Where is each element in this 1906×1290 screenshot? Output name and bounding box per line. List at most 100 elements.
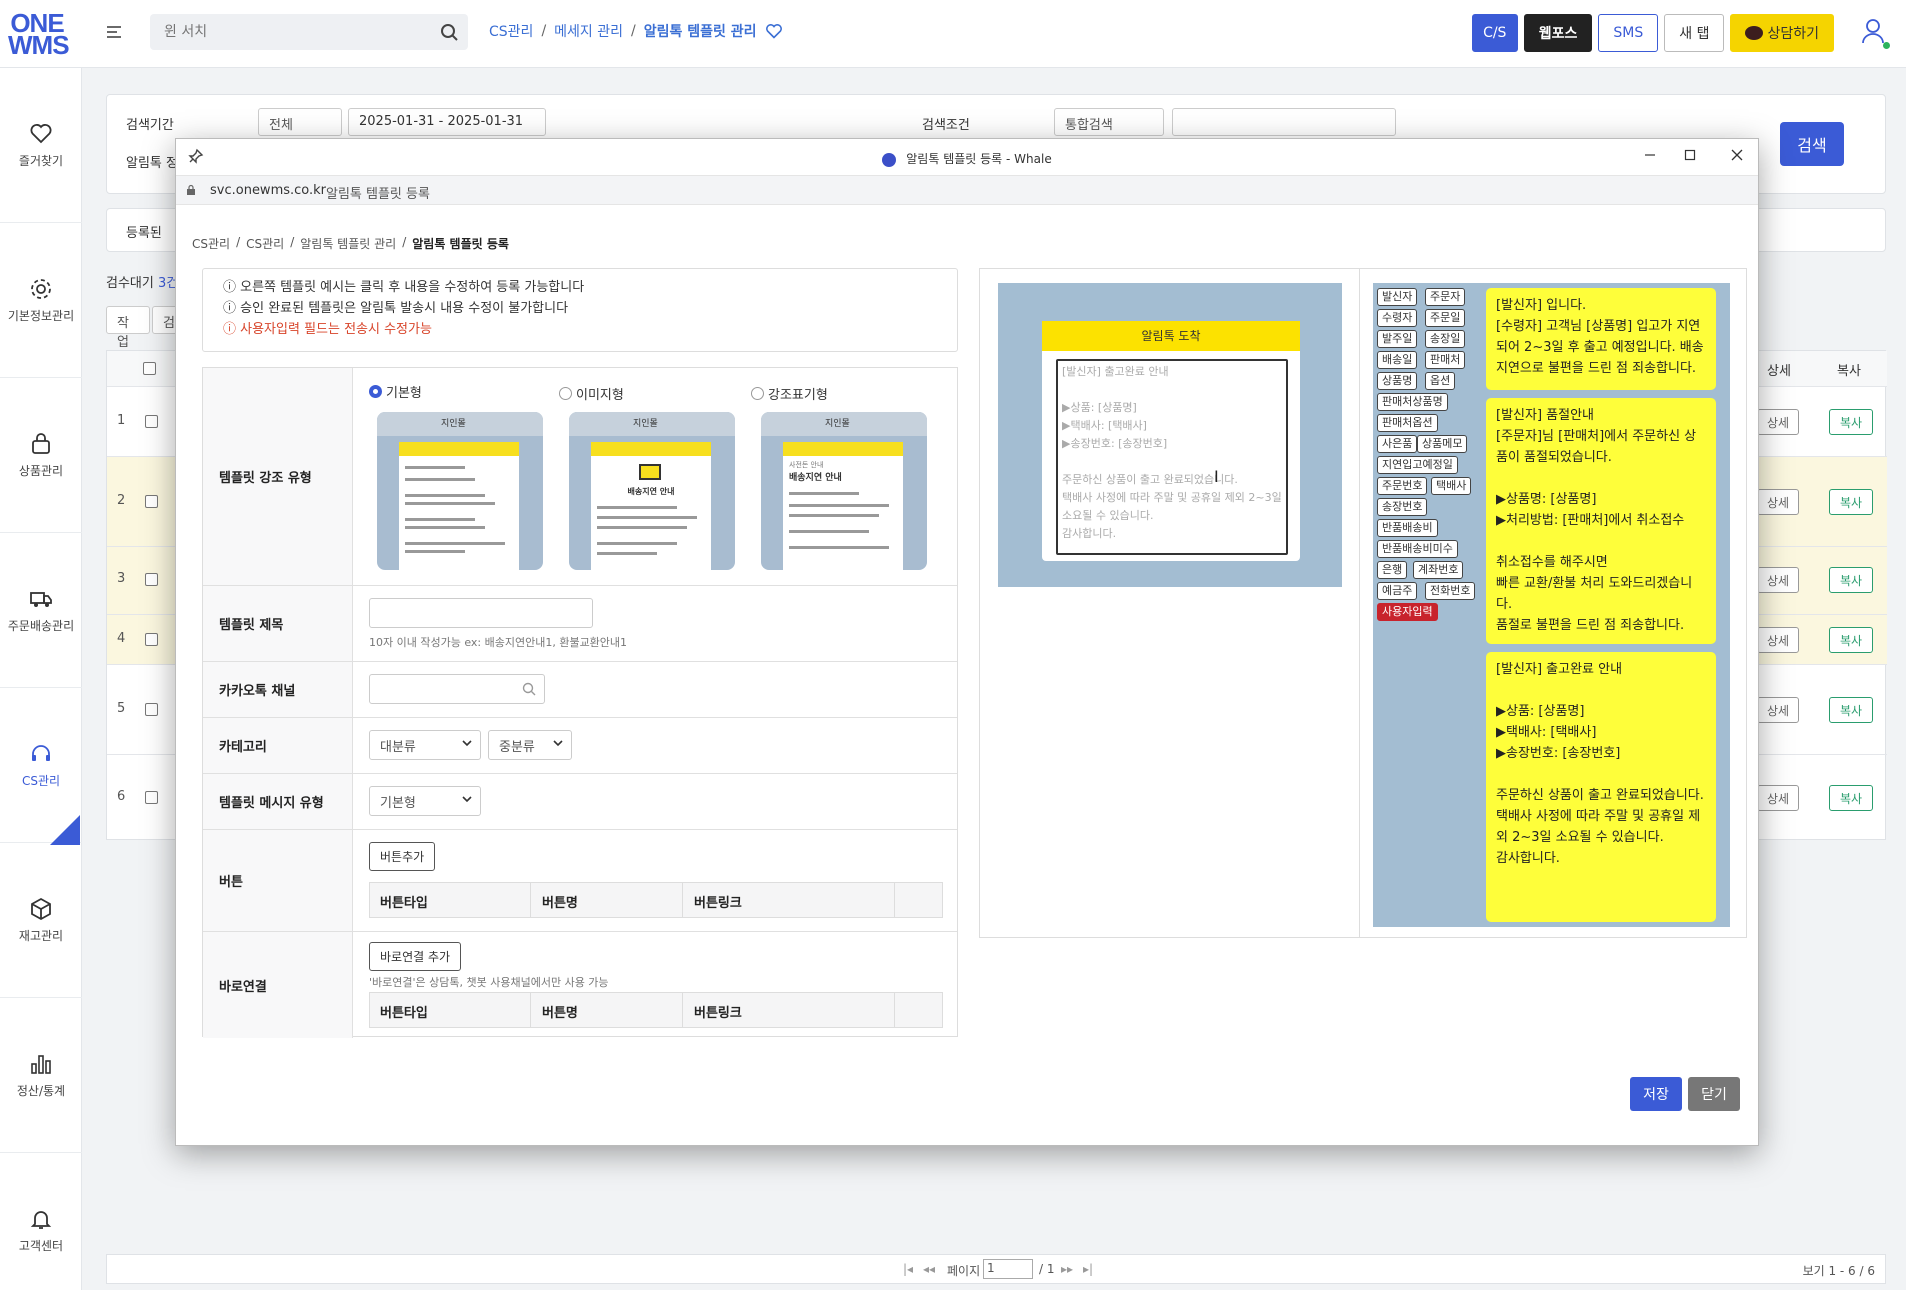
copy-button[interactable]: 복사	[1829, 697, 1873, 723]
sidebar-item-favorites[interactable]: 즐거찾기	[0, 68, 82, 223]
close-window-icon[interactable]	[1730, 148, 1744, 162]
row-checkbox[interactable]	[145, 415, 158, 428]
sidebar-item-support[interactable]: 고객센터	[0, 1153, 82, 1290]
channel-search-input[interactable]	[369, 674, 545, 704]
condition-select[interactable]: 통합검색	[1054, 108, 1164, 136]
tag-return-fee-unpaid[interactable]: 반품배송비미수	[1377, 540, 1458, 558]
work-tab[interactable]: 작업	[106, 306, 150, 350]
first-page-icon[interactable]: |◂	[903, 1262, 913, 1276]
tag-seller-option[interactable]: 판매처옵션	[1377, 414, 1438, 432]
tag-user-input[interactable]: 사용자입력	[1377, 603, 1438, 621]
tag-seller[interactable]: 판매처	[1425, 351, 1466, 369]
modal-crumb-item[interactable]: CS관리	[192, 235, 230, 252]
detail-button[interactable]: 상세	[1757, 489, 1799, 515]
sidebar-item-products[interactable]: 상품관리	[0, 378, 82, 533]
sidebar-item-orders[interactable]: 주문배송관리	[0, 533, 82, 688]
detail-button[interactable]: 상세	[1757, 627, 1799, 653]
tag-invoice-date[interactable]: 송장일	[1425, 330, 1466, 348]
copy-button[interactable]: 복사	[1829, 409, 1873, 435]
tag-release-date[interactable]: 발주일	[1377, 330, 1418, 348]
tag-depositor[interactable]: 예금주	[1377, 582, 1418, 600]
category-sub-select[interactable]: 중분류	[488, 730, 572, 760]
tag-option[interactable]: 옵션	[1425, 372, 1456, 390]
sidebar-item-settlement[interactable]: 정산/통계	[0, 998, 82, 1153]
last-page-icon[interactable]: ▸|	[1083, 1262, 1093, 1276]
address-bar[interactable]: svc.onewms.co.kr 알림톡 템플릿 등록	[176, 175, 1758, 205]
onewms-logo[interactable]: ONE WMS	[8, 10, 70, 58]
radio-emphasis[interactable]: 강조표기형	[751, 384, 828, 403]
date-range-input[interactable]: 2025-01-31 - 2025-01-31	[348, 108, 546, 136]
template-title-input[interactable]	[369, 598, 593, 628]
maximize-icon[interactable]	[1684, 149, 1696, 161]
search-button[interactable]: 검색	[1780, 122, 1844, 166]
modal-crumb-item[interactable]: CS관리	[246, 235, 284, 252]
menu-icon[interactable]	[104, 22, 124, 42]
tag-bank[interactable]: 은행	[1377, 561, 1408, 579]
row-checkbox[interactable]	[145, 703, 158, 716]
tag-delayed-date[interactable]: 지연입고예정일	[1377, 456, 1458, 474]
user-icon[interactable]	[1862, 18, 1884, 44]
sidebar-item-basic-info[interactable]: 기본정보관리	[0, 223, 82, 378]
detail-button[interactable]: 상세	[1757, 567, 1799, 593]
example-bubble-delay[interactable]: [발신자] 입니다. [수령자] 고객님 [상품명] 입고가 지연되어 2~3일…	[1486, 288, 1716, 390]
example-bubble-shipped[interactable]: [발신자] 출고완료 안내 ▶상품: [상품명] ▶택배사: [택배사] ▶송장…	[1486, 652, 1716, 922]
row-checkbox[interactable]	[145, 495, 158, 508]
global-search-input[interactable]	[150, 14, 420, 50]
row-checkbox[interactable]	[145, 573, 158, 586]
page-input[interactable]: 1	[983, 1259, 1033, 1279]
preview-textarea[interactable]: [발신자] 출고완료 안내 ▶상품: [상품명] ▶택배사: [택배사] ▶송장…	[1056, 359, 1288, 555]
modal-crumb-item[interactable]: 알림톡 템플릿 관리	[300, 235, 396, 252]
tag-delivery-date[interactable]: 배송일	[1377, 351, 1418, 369]
copy-button[interactable]: 복사	[1829, 627, 1873, 653]
tag-receiver[interactable]: 수령자	[1377, 309, 1418, 327]
sms-button[interactable]: SMS	[1598, 14, 1659, 52]
detail-button[interactable]: 상세	[1757, 785, 1799, 811]
minimize-icon[interactable]	[1644, 149, 1656, 161]
breadcrumb-cs[interactable]: CS관리	[489, 21, 533, 41]
cs-button[interactable]: C/S	[1471, 14, 1518, 52]
favorite-heart-icon[interactable]	[765, 23, 783, 39]
phone-preview-image[interactable]: 지인몰 배송지연 안내	[569, 412, 735, 570]
tag-gift[interactable]: 사은품	[1377, 435, 1418, 453]
copy-button[interactable]: 복사	[1829, 785, 1873, 811]
phone-preview-emphasis[interactable]: 지인몰 사전돈 안내 배송지연 안내	[761, 412, 927, 570]
phone-preview-basic[interactable]: 지인몰	[377, 412, 543, 570]
sidebar-item-inventory[interactable]: 재고관리	[0, 843, 82, 998]
copy-button[interactable]: 복사	[1829, 567, 1873, 593]
category-main-select[interactable]: 대분류	[369, 730, 481, 760]
row-checkbox[interactable]	[145, 791, 158, 804]
message-type-select[interactable]: 기본형	[369, 786, 481, 816]
copy-button[interactable]: 복사	[1829, 489, 1873, 515]
row-checkbox[interactable]	[145, 633, 158, 646]
tag-orderer[interactable]: 주문자	[1425, 288, 1466, 306]
radio-image[interactable]: 이미지형	[559, 384, 624, 403]
tag-seller-product[interactable]: 판매처상품명	[1377, 393, 1448, 411]
prev-page-icon[interactable]: ◂◂	[923, 1262, 935, 1276]
tag-phone[interactable]: 전화번호	[1425, 582, 1476, 600]
tag-invoice-number[interactable]: 송장번호	[1377, 498, 1428, 516]
period-select[interactable]: 전체	[258, 108, 342, 136]
tag-product-memo[interactable]: 상품메모	[1417, 435, 1468, 453]
detail-button[interactable]: 상세	[1757, 409, 1799, 435]
tag-product-name[interactable]: 상품명	[1377, 372, 1418, 390]
close-button[interactable]: 닫기	[1688, 1077, 1740, 1111]
add-button-button[interactable]: 버튼추가	[369, 842, 436, 871]
search-icon[interactable]	[440, 23, 458, 41]
detail-button[interactable]: 상세	[1757, 697, 1799, 723]
next-page-icon[interactable]: ▸▸	[1061, 1262, 1073, 1276]
save-button[interactable]: 저장	[1630, 1077, 1682, 1111]
tag-order-number[interactable]: 주문번호	[1377, 477, 1428, 495]
select-all-checkbox[interactable]	[143, 362, 156, 375]
tag-order-date[interactable]: 주문일	[1425, 309, 1466, 327]
add-shortcut-button[interactable]: 바로연결 추가	[369, 942, 462, 971]
tag-account-number[interactable]: 계좌번호	[1413, 561, 1464, 579]
tag-return-fee[interactable]: 반품배송비	[1377, 519, 1438, 537]
consult-button[interactable]: 상담하기	[1730, 14, 1834, 52]
new-tab-button[interactable]: 새 탭	[1664, 14, 1725, 52]
example-bubble-soldout[interactable]: [발신자] 품절안내 [주문자]님 [판매처]에서 주문하신 상품이 품절되었습…	[1486, 398, 1716, 644]
tag-sender[interactable]: 발신자	[1377, 288, 1418, 306]
webforce-button[interactable]: 웹포스	[1523, 14, 1593, 52]
breadcrumb-message[interactable]: 메세지 관리	[554, 21, 623, 41]
condition-input[interactable]	[1172, 108, 1396, 136]
tag-courier[interactable]: 택배사	[1431, 477, 1472, 495]
